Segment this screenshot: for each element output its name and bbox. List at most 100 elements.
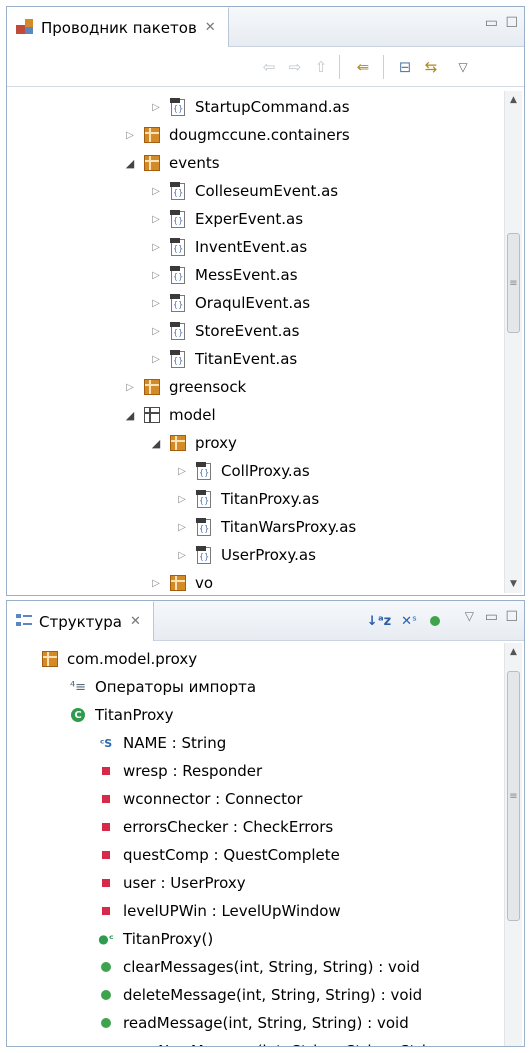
file-icon [169, 265, 187, 284]
tree-node[interactable]: ▷ vo [7, 569, 502, 593]
tree-node[interactable]: ◢ proxy [7, 429, 502, 457]
maximize-icon[interactable]: ☐ [505, 609, 518, 625]
tree-node[interactable]: ▷ ColleseumEvent.as [7, 177, 502, 205]
outline-scrollbar[interactable]: ▲ ≡ [504, 643, 522, 1046]
outline-node[interactable]: ●ᶜ TitanProxy() [7, 925, 502, 953]
close-icon[interactable]: ✕ [130, 614, 141, 629]
outline-node[interactable]: wresp : Responder [7, 757, 502, 785]
collapsed-twisty-icon[interactable]: ▷ [175, 464, 189, 478]
collapsed-twisty-icon[interactable]: ▷ [175, 548, 189, 562]
sync-icon[interactable]: ⇆ [421, 57, 441, 77]
tab-label: Структура [39, 612, 122, 631]
collapsed-twisty-icon[interactable]: ▷ [149, 324, 163, 338]
collapsed-twisty-icon[interactable]: ▷ [149, 296, 163, 310]
private-icon [97, 790, 115, 808]
outline-node[interactable]: readMessage(int, String, String) : void [7, 1009, 502, 1037]
package-explorer-view: Проводник пакетов ✕ ▭ ☐ ⇦ ⇨ ⇧ ⇚ ⊟ ⇆ ▽ ▷ S… [6, 6, 525, 596]
package-icon [170, 575, 186, 591]
package-empty-icon [143, 406, 161, 424]
collapsed-twisty-icon[interactable]: ▷ [149, 100, 163, 114]
tree-node-label: InventEvent.as [195, 238, 308, 256]
private-icon [97, 902, 115, 920]
tree-node[interactable]: ▷ UserProxy.as [7, 541, 502, 569]
tree-node[interactable]: ◢ events [7, 149, 502, 177]
package-icon [143, 378, 161, 396]
private-member-icon [102, 879, 110, 887]
outline-node[interactable]: wconnector : Connector [7, 785, 502, 813]
tree-node[interactable]: ▷ MessEvent.as [7, 261, 502, 289]
outline-node-label: NAME : String [123, 734, 227, 752]
scroll-down-icon[interactable]: ▼ [505, 575, 522, 593]
outline-node[interactable]: clearMessages(int, String, String) : voi… [7, 953, 502, 981]
collapsed-twisty-icon[interactable]: ▷ [149, 352, 163, 366]
scroll-up-icon[interactable]: ▲ [505, 91, 522, 109]
tree-node[interactable]: ▷ OraqulEvent.as [7, 289, 502, 317]
tree-node[interactable]: ▷ InventEvent.as [7, 233, 502, 261]
outline-node[interactable]: errorsChecker : CheckErrors [7, 813, 502, 841]
outline-node[interactable]: ᶜS NAME : String [7, 729, 502, 757]
hide-static-icon[interactable]: ✕ˢ [399, 611, 419, 631]
expanded-twisty-icon[interactable]: ◢ [123, 156, 137, 170]
outline-node[interactable]: user : UserProxy [7, 869, 502, 897]
view-menu-chevron-icon[interactable]: ▽ [453, 57, 473, 77]
outline-node[interactable]: saveNewMessage(int, String, String, Stri… [7, 1037, 502, 1046]
tree-node[interactable]: ▷ ExperEvent.as [7, 205, 502, 233]
scroll-thumb[interactable]: ≡ [507, 671, 520, 921]
expanded-twisty-icon[interactable]: ◢ [123, 408, 137, 422]
tree-node[interactable]: ▷ dougmccune.containers [7, 121, 502, 149]
private-icon [97, 762, 115, 780]
collapsed-twisty-icon[interactable]: ▷ [149, 184, 163, 198]
sort-icon[interactable]: ↓ᵃz [367, 611, 391, 631]
file-icon [169, 349, 187, 368]
outline-node[interactable]: questComp : QuestComplete [7, 841, 502, 869]
collapsed-twisty-icon[interactable]: ▷ [149, 268, 163, 282]
toolbar-separator [339, 55, 340, 79]
outline-node-label: wconnector : Connector [123, 790, 303, 808]
outline-node[interactable]: levelUPWin : LevelUpWindow [7, 897, 502, 925]
tab-outline[interactable]: Структура ✕ [7, 601, 154, 641]
tab-package-explorer[interactable]: Проводник пакетов ✕ [7, 7, 229, 47]
public-icon [97, 986, 115, 1004]
back-icon[interactable]: ⇦ [259, 57, 279, 77]
collapsed-twisty-icon[interactable]: ▷ [123, 128, 137, 142]
outline-node[interactable]: deleteMessage(int, String, String) : voi… [7, 981, 502, 1009]
scroll-up-icon[interactable]: ▲ [505, 643, 522, 661]
tree-node-label: events [169, 154, 220, 172]
minimize-icon[interactable]: ▭ [485, 15, 498, 31]
collapsed-twisty-icon[interactable]: ▷ [149, 240, 163, 254]
outline-node[interactable]: C TitanProxy [7, 701, 502, 729]
expanded-twisty-icon[interactable]: ◢ [149, 436, 163, 450]
outline-node[interactable]: ⁴≡ Операторы импорта [7, 673, 502, 701]
file-icon [169, 97, 187, 116]
as-file-icon [170, 321, 185, 340]
maximize-icon[interactable]: ☐ [505, 15, 518, 31]
tree-node[interactable]: ▷ greensock [7, 373, 502, 401]
tree-node[interactable]: ▷ TitanWarsProxy.as [7, 513, 502, 541]
minimize-icon[interactable]: ▭ [485, 609, 498, 625]
collapsed-twisty-icon[interactable]: ▷ [149, 212, 163, 226]
collapsed-twisty-icon[interactable]: ▷ [149, 576, 163, 590]
close-icon[interactable]: ✕ [205, 20, 216, 35]
view-menu-chevron-icon[interactable]: ▽ [465, 609, 474, 623]
tree-node-label: proxy [195, 434, 237, 452]
collapsed-twisty-icon[interactable]: ▷ [175, 520, 189, 534]
up-icon[interactable]: ⇧ [311, 57, 331, 77]
scroll-thumb[interactable]: ≡ [507, 233, 520, 333]
package-icon [144, 127, 160, 143]
tree-node[interactable]: ▷ CollProxy.as [7, 457, 502, 485]
tree-node[interactable]: ▷ TitanProxy.as [7, 485, 502, 513]
tree-node[interactable]: ◢ model [7, 401, 502, 429]
tree-node-label: CollProxy.as [221, 462, 310, 480]
forward-icon[interactable]: ⇨ [285, 57, 305, 77]
outline-node[interactable]: com.model.proxy [7, 645, 502, 673]
tree-node[interactable]: ▷ StoreEvent.as [7, 317, 502, 345]
hide-nonpublic-icon[interactable] [425, 611, 445, 631]
collapse-all-icon[interactable]: ⇚ [353, 57, 373, 77]
collapsed-twisty-icon[interactable]: ▷ [123, 380, 137, 394]
tree-node[interactable]: ▷ TitanEvent.as [7, 345, 502, 373]
tree-node-label: dougmccune.containers [169, 126, 350, 144]
link-editor-icon[interactable]: ⊟ [395, 57, 415, 77]
tree-node[interactable]: ▷ StartupCommand.as [7, 93, 502, 121]
collapsed-twisty-icon[interactable]: ▷ [175, 492, 189, 506]
package-tree-scrollbar[interactable]: ▲ ≡ ▼ [504, 91, 522, 593]
